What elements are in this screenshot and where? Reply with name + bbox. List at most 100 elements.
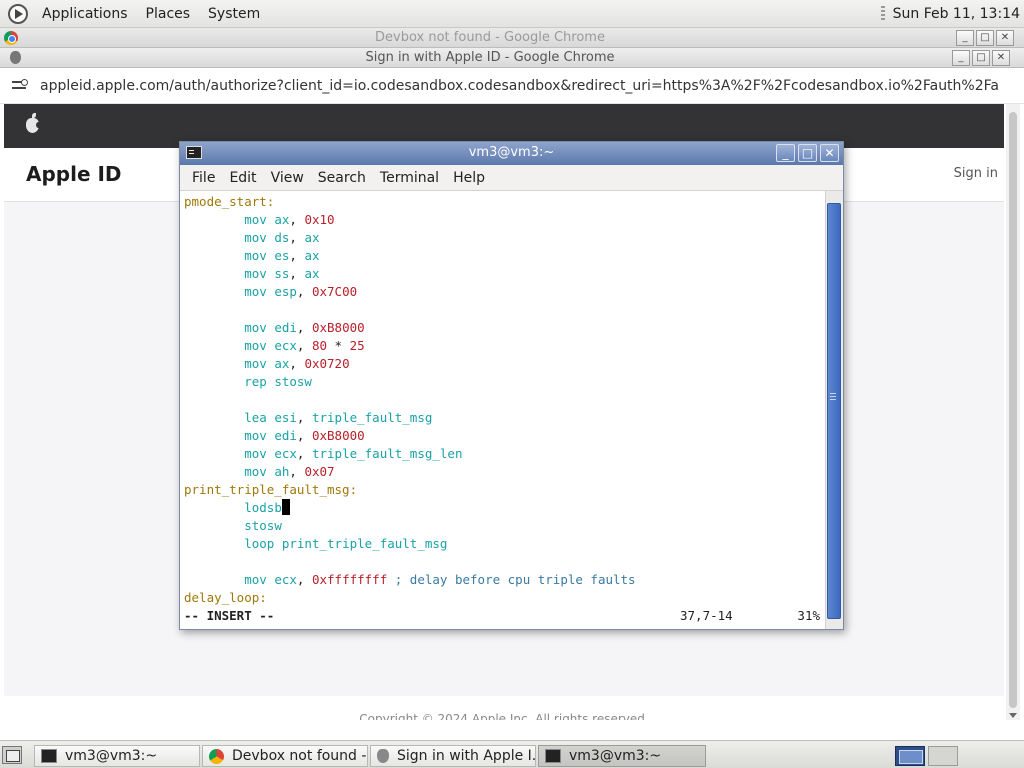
taskbar-item-apple-signin[interactable]: Sign in with Apple I...	[370, 745, 536, 767]
site-info-icon[interactable]	[12, 78, 30, 93]
workspace-switcher-2[interactable]	[928, 746, 958, 766]
code-line: mov ax, 0x0720	[184, 355, 825, 373]
code-line: mov ah, 0x07	[184, 463, 825, 481]
taskbar-item-devbox[interactable]: Devbox not found - ...	[202, 745, 368, 767]
close-button[interactable]: ✕	[992, 50, 1010, 66]
taskbar-item-terminal-2[interactable]: vm3@vm3:~	[538, 745, 706, 767]
terminal-window: vm3@vm3:~ _ □ ✕ File Edit View Search Te…	[179, 141, 844, 630]
menu-view[interactable]: View	[271, 170, 304, 186]
text-cursor	[281, 499, 290, 515]
menu-help[interactable]: Help	[453, 170, 485, 186]
code-token: ,	[296, 338, 312, 353]
code-token: mov	[244, 356, 267, 371]
code-token: 80	[311, 338, 328, 353]
code-line: print_triple_fault_msg:	[184, 481, 825, 499]
code-token: ,	[296, 284, 312, 299]
distro-logo-icon[interactable]	[8, 3, 28, 24]
terminal-text-area[interactable]: pmode_start: mov ax, 0x10 mov ds, ax mov…	[180, 191, 825, 629]
close-button[interactable]: ✕	[820, 144, 839, 162]
code-token: mov	[244, 212, 267, 227]
code-token: ,	[296, 572, 312, 587]
maximize-button[interactable]: □	[972, 50, 990, 66]
code-token: 0xffffffff	[311, 572, 388, 587]
code-line: lodsb	[184, 499, 825, 517]
minimize-button[interactable]: _	[956, 30, 974, 46]
code-token: :	[259, 590, 267, 605]
terminal-scrollbar[interactable]	[825, 191, 843, 629]
chrome-window-back-titlebar[interactable]: Devbox not found - Google Chrome _ □ ✕	[0, 28, 1024, 48]
apple-icon	[377, 749, 389, 763]
page-title[interactable]: Apple ID	[26, 162, 122, 186]
code-token: mov	[244, 284, 267, 299]
chrome-window-titlebar[interactable]: Sign in with Apple ID - Google Chrome _ …	[0, 48, 1024, 68]
code-token: stosw	[244, 518, 282, 533]
code-token: ,	[289, 356, 305, 371]
code-token: ,	[296, 410, 312, 425]
code-token: ; delay before cpu triple faults	[387, 572, 636, 587]
maximize-button[interactable]: □	[798, 144, 817, 162]
menu-edit[interactable]: Edit	[229, 170, 256, 186]
copyright-text: Copyright © 2024 Apple Inc. All rights r…	[359, 712, 649, 720]
panel-grip-icon	[880, 6, 885, 22]
scrollbar-thumb[interactable]	[1009, 112, 1017, 708]
workspace-switcher-1[interactable]	[895, 746, 925, 766]
code-line: mov ds, ax	[184, 229, 825, 247]
terminal-icon	[545, 749, 561, 763]
code-token: ,	[296, 428, 312, 443]
taskbar-item-terminal-1[interactable]: vm3@vm3:~	[34, 745, 200, 767]
menu-file[interactable]: File	[192, 170, 215, 186]
code-token: mov	[244, 428, 267, 443]
code-token: lodsb	[244, 500, 282, 515]
code-token: ,	[289, 464, 305, 479]
maximize-button[interactable]: □	[976, 30, 994, 46]
scroll-down-icon[interactable]	[1009, 713, 1017, 718]
code-token: triple_fault_msg	[311, 410, 433, 425]
minimize-button[interactable]: _	[952, 50, 970, 66]
minimize-button[interactable]: _	[776, 144, 795, 162]
code-token: 0x0720	[304, 356, 350, 371]
menu-search[interactable]: Search	[318, 170, 366, 186]
page-scrollbar[interactable]	[1006, 104, 1020, 720]
code-token: ss	[274, 266, 290, 281]
menu-places[interactable]: Places	[142, 6, 195, 22]
code-token: ,	[289, 212, 305, 227]
code-line: mov esp, 0x7C00	[184, 283, 825, 301]
top-panel: Applications Places System Sun Feb 11, 1…	[0, 0, 1024, 28]
apple-logo-icon[interactable]	[26, 113, 41, 133]
code-line: lea esi, triple_fault_msg	[184, 409, 825, 427]
code-token: ax	[274, 356, 290, 371]
show-desktop-button[interactable]	[2, 746, 22, 764]
code-lines: pmode_start: mov ax, 0x10 mov ds, ax mov…	[184, 193, 825, 607]
code-line: mov ax, 0x10	[184, 211, 825, 229]
menu-applications[interactable]: Applications	[38, 6, 132, 22]
url-input[interactable]: appleid.apple.com/auth/authorize?client_…	[40, 78, 1000, 94]
code-token: loop	[244, 536, 275, 551]
terminal-titlebar[interactable]: vm3@vm3:~ _ □ ✕	[180, 142, 843, 165]
menu-terminal[interactable]: Terminal	[380, 170, 439, 186]
window-title: Devbox not found - Google Chrome	[375, 30, 605, 45]
code-token: edi	[274, 428, 297, 443]
menu-system[interactable]: System	[204, 6, 264, 22]
clock[interactable]: Sun Feb 11, 13:14	[893, 6, 1020, 22]
sign-in-link[interactable]: Sign in	[954, 166, 998, 181]
close-button[interactable]: ✕	[996, 30, 1014, 46]
scrollbar-thumb[interactable]	[827, 203, 841, 619]
code-token: ,	[296, 320, 312, 335]
code-line: delay_loop:	[184, 589, 825, 607]
taskbar-item-label: Sign in with Apple I...	[397, 748, 536, 764]
